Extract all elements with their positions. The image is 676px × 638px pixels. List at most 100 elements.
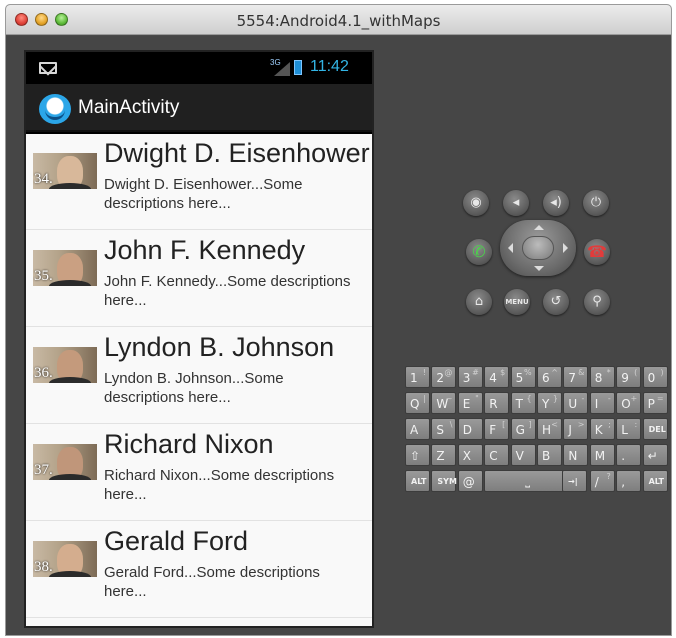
list-item[interactable]: 37. Richard Nixon Richard Nixon...Some des… [26,425,372,521]
tab-key[interactable]: →| [562,470,587,492]
comma-key[interactable]: , [616,470,642,492]
key-n[interactable]: N [563,444,589,466]
key-y[interactable]: Y} [537,392,562,414]
key-e[interactable]: E " [457,392,483,414]
president-description: Dwight D. Eisenhower...Some descriptions… [104,176,303,212]
key-5[interactable]: 5% [510,366,536,388]
key-label: X [462,449,472,463]
president-number: 36. [34,365,53,381]
dpad-left-icon[interactable] [508,243,513,253]
dpad-center-button[interactable] [522,236,554,260]
key-label: R [489,397,498,411]
back-icon: ↺ [550,294,562,309]
president-number: 35. [34,268,53,284]
key-u[interactable]: U- [563,392,589,414]
president-description: Richard Nixon...Some descriptions here..… [104,467,335,503]
key-c[interactable]: C [484,444,510,466]
status-time: 11:42 [310,58,349,75]
key-7[interactable]: 7 & [563,366,589,388]
key-f[interactable]: F[ [484,418,510,440]
emulator-body: 3G 11:42 MainActivity 34. Dwight D. Eisen… [6,36,671,635]
sym-key[interactable]: SYM [431,470,457,492]
alt-right-key[interactable]: ALT [642,470,668,492]
power-button[interactable]: ⏻ [583,190,609,216]
key-special[interactable]: . [616,444,642,466]
key-1[interactable]: 1! [405,366,430,388]
key-label: M [594,449,606,463]
key-d[interactable]: D [457,418,483,440]
key-9[interactable]: 9( [616,366,642,388]
portrait-suit [49,280,91,286]
key-z[interactable]: Z [431,444,457,466]
key-alt-label: ^ [551,368,558,377]
menu-button[interactable]: MENU [504,289,530,315]
volume-up-button[interactable]: ◂) [543,190,569,216]
key-b[interactable]: B [537,444,562,466]
key-4[interactable]: 4 $ [484,366,510,388]
slash-key[interactable]: /? [589,470,615,492]
key-label: F [489,423,497,437]
list-item[interactable]: 34. Dwight D. Eisenhower Dwight D. Eisenho… [26,134,372,230]
mail-icon [39,62,57,74]
key-special[interactable]: DEL [642,418,668,440]
volume-up-icon: ◂) [550,195,562,210]
call-icon: ✆ [472,242,486,261]
key-alt-label: @ [444,368,453,377]
key-l[interactable]: L: [616,418,642,440]
at-key[interactable]: @ [457,470,483,492]
end-call-button[interactable]: ☎ [584,239,610,265]
search-button[interactable]: ⚲ [584,289,610,315]
key-2[interactable]: 2 @ [431,366,457,388]
dpad-down-icon[interactable] [534,266,544,271]
key-alt-label: ! [422,368,426,377]
key-8[interactable]: 8 * [589,366,615,388]
key-label: 8 [594,371,603,385]
key-m[interactable]: M [589,444,615,466]
list-item[interactable]: 35. John F. Kennedy John F. Kennedy...Some… [26,231,372,327]
dpad-up-icon[interactable] [534,225,544,230]
key-p[interactable]: P = [642,392,668,414]
key-o[interactable]: O + [616,392,642,414]
key-h[interactable]: H < [537,418,562,440]
key-i[interactable]: I- [589,392,615,414]
app-icon[interactable] [39,94,71,124]
key-special[interactable]: ↵ [642,444,668,466]
key-a[interactable]: A [405,418,430,440]
key-q[interactable]: Q | [405,392,430,414]
president-portrait: 34. [33,153,97,189]
dpad-right-icon[interactable] [563,243,568,253]
key-w[interactable]: W ~ [431,392,457,414]
key-label: L [621,423,628,437]
volume-down-icon: ◂ [512,195,520,210]
signal-icon [274,62,290,76]
camera-button[interactable]: ◉ [463,190,489,216]
key-s[interactable]: S \ [431,418,457,440]
volume-down-button[interactable]: ◂ [503,190,529,216]
key-v[interactable]: V [510,444,536,466]
list-item[interactable]: 36. Lyndon B. Johnson Lyndon B. Johnson...… [26,328,372,424]
key-k[interactable]: K; [589,418,615,440]
key-special[interactable]: ⇧ [405,444,430,466]
home-button[interactable]: ⌂ [466,289,492,315]
key-x[interactable]: X [457,444,483,466]
call-button[interactable]: ✆ [466,239,492,265]
key-label: 4 [489,371,497,385]
dpad[interactable] [500,220,576,276]
key-t[interactable]: T{ [510,392,536,414]
key-label: ↵ [647,449,658,463]
alt-left-key[interactable]: ALT [405,470,430,492]
key-j[interactable]: J > [563,418,589,440]
end-call-icon: ☎ [587,242,607,261]
key-label: ⇧ [410,449,421,463]
key-r[interactable]: R [484,392,510,414]
key-0[interactable]: 0) [642,366,668,388]
key-6[interactable]: 6 ^ [537,366,562,388]
key-label: V [515,449,524,463]
key-g[interactable]: G] [510,418,536,440]
back-button[interactable]: ↺ [543,289,569,315]
key-label: , [621,475,626,489]
hardware-keyboard: 1! 2 @3 #4 $5% 6 ^ 7 & 8 * 9(0) Q | W ~ E " R T{Y} U - I - O + P = A… [405,366,669,496]
key-3[interactable]: 3 # [457,366,483,388]
list-item[interactable]: 38. Gerald Ford Gerald Ford...Some descrip… [26,522,372,618]
power-icon: ⏻ [590,195,602,210]
